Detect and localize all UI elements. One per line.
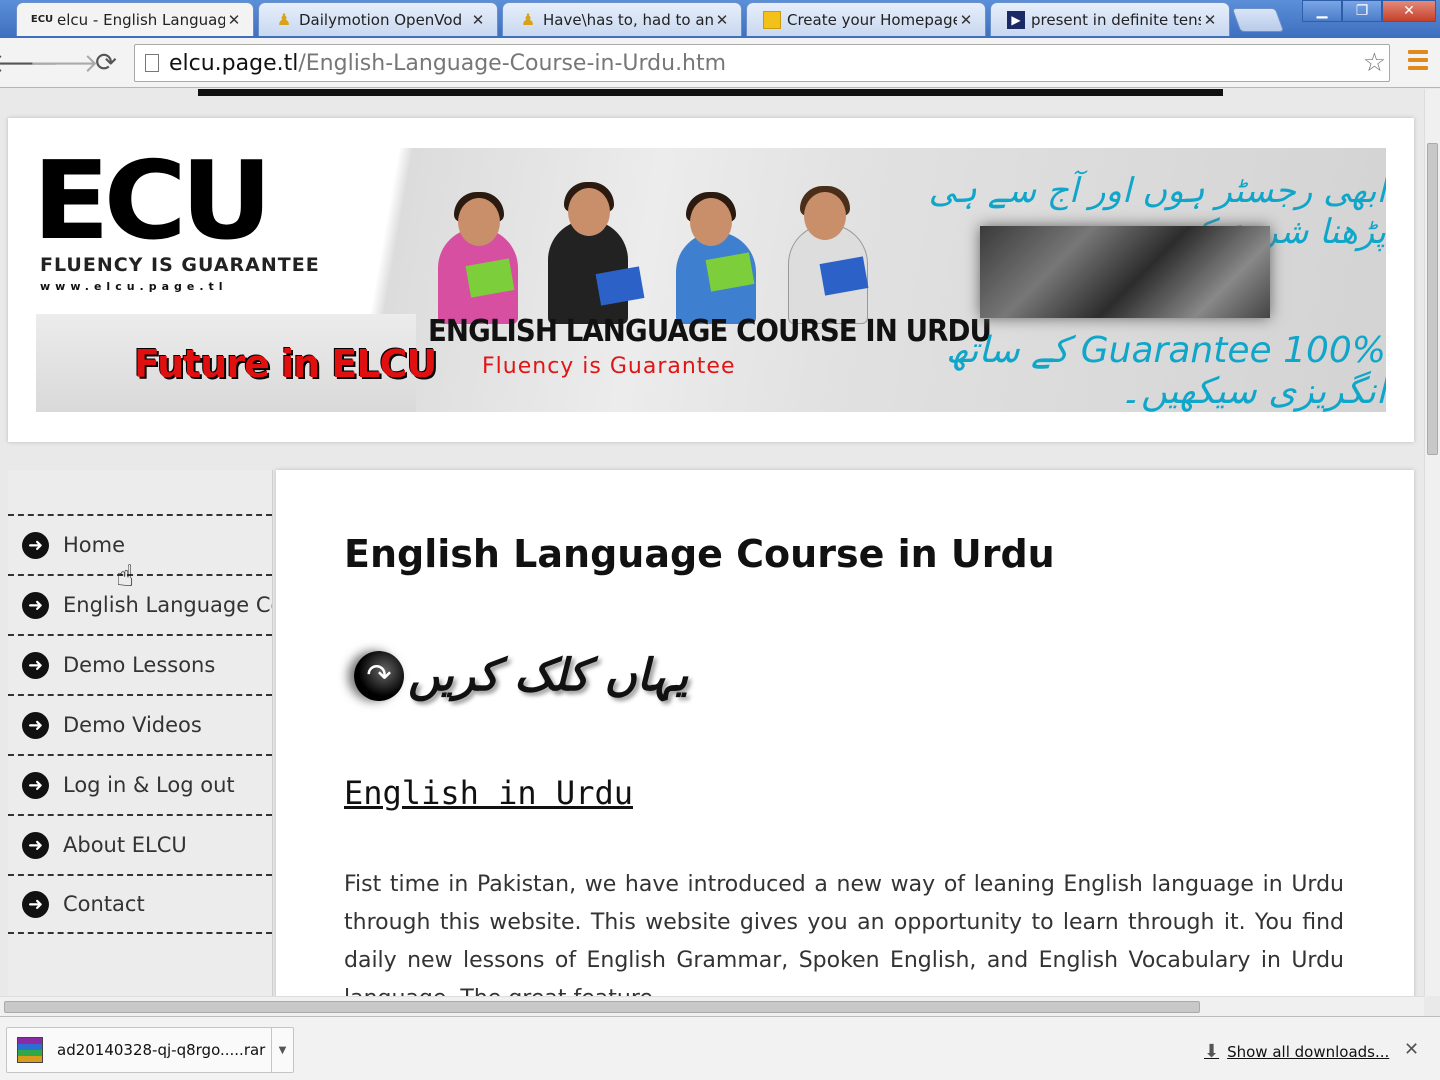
english-in-urdu-heading[interactable]: English in Urdu — [344, 774, 633, 812]
tab-strip: ECU elcu - English Language C ✕ ♟ Dailym… — [0, 0, 1440, 38]
minimize-button[interactable]: ▁ — [1302, 0, 1342, 22]
chevron-down-icon[interactable]: ▼ — [271, 1028, 293, 1072]
student-figure — [458, 198, 500, 246]
sidebar-item-label: Home — [63, 533, 126, 557]
student-figure — [568, 188, 610, 236]
download-item[interactable]: ad20140328-qj-q8rgo.....rar ▼ — [6, 1027, 294, 1073]
page-icon — [145, 54, 159, 72]
sidebar-item-demo-lessons[interactable]: ➜ Demo Lessons — [8, 634, 272, 694]
sidebar-item-label: About ELCU — [63, 833, 187, 857]
download-filename: ad20140328-qj-q8rgo.....rar — [57, 1041, 266, 1059]
restore-button[interactable]: ❐ — [1342, 0, 1382, 22]
hand-cursor-icon: ☝ — [116, 559, 135, 594]
horizontal-scrollbar[interactable] — [0, 996, 1424, 1016]
window-controls: ▁ ❐ ✕ — [1302, 0, 1436, 22]
tab-create-homepage[interactable]: Create your Homepage f ✕ — [746, 2, 986, 36]
sidebar-item-label: Contact — [63, 892, 145, 916]
sidebar-item-label: Demo Lessons — [63, 653, 216, 677]
tab-have-has-to[interactable]: ♟ Have\has to, had to and ✕ — [502, 2, 742, 36]
urdu-guarantee-text: 100% Guarantee کے ساتھ انگریزی سیکھیں۔ — [945, 330, 1386, 412]
intro-paragraph: Fist time in Pakistan, we have introduce… — [344, 872, 1344, 996]
address-bar[interactable]: elcu.page.tl/English-Language-Course-in-… — [134, 44, 1390, 82]
tab-present-tense[interactable]: ▶ present in definite tense ✕ — [990, 2, 1230, 36]
tab-title: Dailymotion OpenVod — [299, 10, 463, 29]
sidebar-item-login[interactable]: ➜ Log in & Log out — [8, 754, 272, 814]
reload-button[interactable]: ⟳ — [90, 47, 122, 79]
tab-dailymotion[interactable]: ♟ Dailymotion OpenVod ✕ — [258, 2, 498, 36]
tab-title: elcu - English Language C — [57, 10, 225, 29]
folder-icon — [763, 10, 781, 29]
future-in-elcu-text: Future in ELCU — [134, 342, 437, 386]
vertical-scrollbar[interactable] — [1424, 89, 1440, 996]
sidebar-item-demo-videos[interactable]: ➜ Demo Videos — [8, 694, 272, 754]
tab-title: Have\has to, had to and — [543, 10, 713, 29]
forward-button[interactable]: 🡒 — [29, 47, 99, 79]
sidebar-item-contact[interactable]: ➜ Contact — [8, 874, 272, 934]
rar-archive-icon — [17, 1037, 43, 1063]
close-tab-icon[interactable]: ✕ — [469, 11, 487, 29]
arrow-right-icon: ➜ — [22, 531, 49, 559]
click-here-text: یہاں کلک کریں — [408, 650, 689, 701]
page-viewport: ECU FLUENCY IS GUARANTEE www.elcu.page.t… — [0, 89, 1424, 996]
show-all-label: Show all downloads... — [1227, 1042, 1390, 1061]
sidebar-item-english-course[interactable]: ➜ English Language Course in Urdu — [8, 574, 272, 634]
header-banner: ECU FLUENCY IS GUARANTEE www.elcu.page.t… — [36, 148, 1386, 412]
logo-url: www.elcu.page.tl — [40, 280, 228, 293]
sidebar-nav: ➜ Home ➜ English Language Course in Urdu ➜… — [8, 470, 273, 996]
sidebar-item-label: Log in & Log out — [63, 773, 235, 797]
site-header: ECU FLUENCY IS GUARANTEE www.elcu.page.t… — [8, 118, 1414, 442]
sidebar-item-label: English Language Course in Urdu — [63, 593, 272, 617]
arrow-right-icon: ➜ — [22, 890, 49, 918]
chrome-menu-icon[interactable] — [1408, 50, 1428, 74]
top-black-bar — [198, 89, 1223, 96]
ecu-favicon-icon: ECU — [30, 14, 54, 25]
person-icon: ♟ — [520, 10, 536, 29]
page-title: English Language Course in Urdu — [344, 532, 1055, 576]
tab-elcu[interactable]: ECU elcu - English Language C ✕ — [16, 2, 254, 36]
close-tab-icon[interactable]: ✕ — [1201, 11, 1219, 29]
download-arrow-icon: ⬇ — [1204, 1041, 1220, 1062]
close-tab-icon[interactable]: ✕ — [225, 11, 243, 29]
arrow-right-icon: ➜ — [22, 591, 49, 619]
person-icon: ♟ — [276, 10, 292, 29]
click-here-link[interactable]: ↷ یہاں کلک کریں — [354, 650, 688, 701]
students-image — [408, 182, 878, 324]
arrow-right-icon: ➜ — [22, 831, 49, 859]
url-host: elcu.page.tl — [169, 50, 299, 76]
browser-toolbar: 🡐 🡒 ⟳ elcu.page.tl/English-Language-Cour… — [0, 38, 1440, 88]
elcu-logo[interactable]: ECU — [36, 148, 273, 256]
logo-tagline: FLUENCY IS GUARANTEE — [40, 254, 320, 276]
vertical-scroll-thumb[interactable] — [1427, 143, 1438, 455]
main-content: English Language Course in Urdu ↷ یہاں ک… — [276, 470, 1414, 996]
tab-title: present in definite tense — [1031, 10, 1201, 29]
download-shelf: ad20140328-qj-q8rgo.....rar ▼ ⬇ Show all… — [0, 1016, 1440, 1080]
classroom-image — [980, 226, 1270, 318]
student-figure — [690, 198, 732, 246]
close-tab-icon[interactable]: ✕ — [713, 11, 731, 29]
arrow-right-icon: ➜ — [22, 651, 49, 679]
close-window-button[interactable]: ✕ — [1382, 0, 1436, 22]
close-tab-icon[interactable]: ✕ — [957, 11, 975, 29]
tab-title: Create your Homepage f — [787, 10, 957, 29]
course-subtitle: Fluency is Guarantee — [482, 354, 736, 379]
close-shelf-icon[interactable]: ✕ — [1404, 1039, 1419, 1060]
sidebar-item-home[interactable]: ➜ Home — [8, 514, 272, 574]
sidebar-item-label: Demo Videos — [63, 713, 202, 737]
course-title: ENGLISH LANGUAGE COURSE IN URDU — [428, 314, 992, 349]
arrow-right-icon: ➜ — [22, 771, 49, 799]
play-icon: ▶ — [1007, 10, 1025, 29]
book-icon — [595, 266, 645, 306]
show-all-downloads-link[interactable]: ⬇ Show all downloads... — [1204, 1041, 1389, 1062]
sidebar-item-about[interactable]: ➜ About ELCU — [8, 814, 272, 874]
new-tab-button[interactable] — [1231, 8, 1285, 32]
bookmark-star-icon[interactable]: ☆ — [1363, 48, 1386, 78]
arrow-right-icon: ➜ — [22, 711, 49, 739]
curved-arrow-icon: ↷ — [354, 650, 404, 701]
horizontal-scroll-thumb[interactable] — [4, 1001, 1200, 1013]
url-path: /English-Language-Course-in-Urdu.htm — [298, 50, 727, 76]
student-figure — [804, 192, 846, 240]
